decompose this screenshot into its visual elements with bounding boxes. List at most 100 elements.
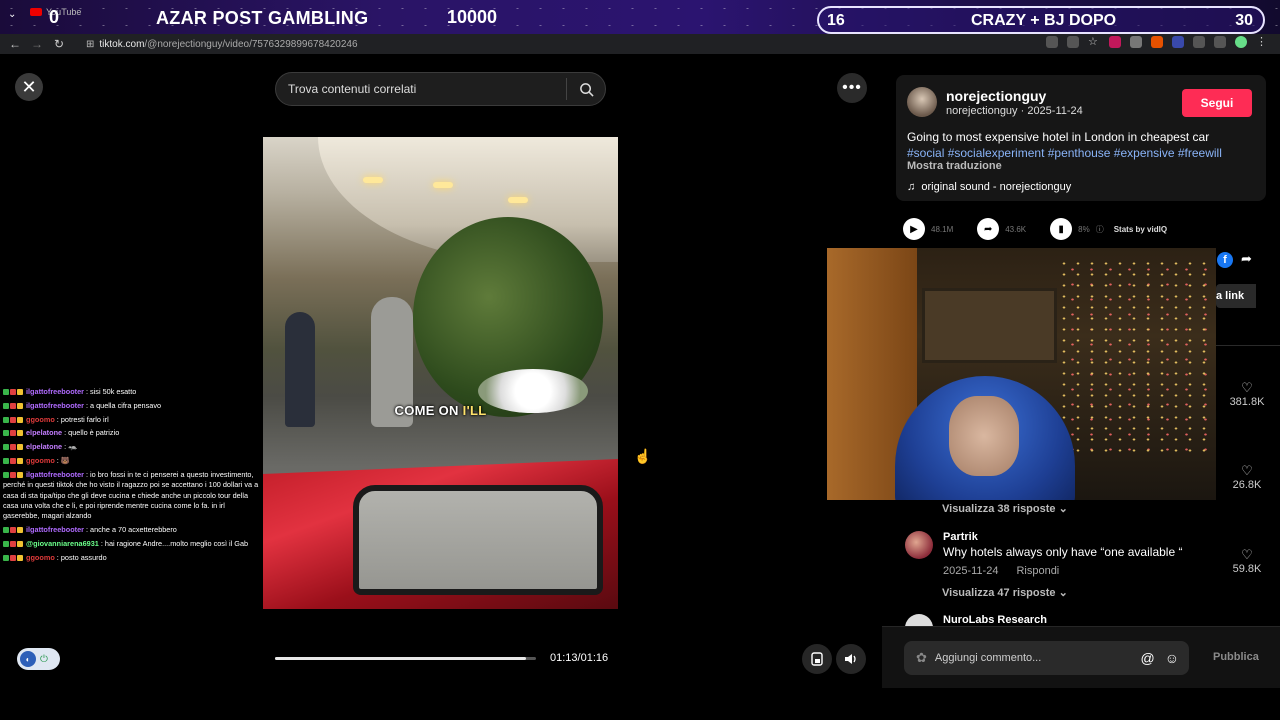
comment-like[interactable]: ♡ 59.8K: [1227, 547, 1267, 575]
more-options-button[interactable]: •••: [837, 73, 867, 103]
chat-badge-icon: [3, 416, 9, 423]
install-icon[interactable]: [1046, 36, 1058, 48]
chevron-down-icon[interactable]: ⌄: [8, 9, 16, 20]
chat-badges: [3, 387, 24, 397]
chat-username[interactable]: ggoomo: [26, 456, 55, 465]
mouse-cursor-icon: ☝: [634, 448, 652, 464]
chevron-down-icon: ⌄: [1058, 587, 1068, 599]
chat-username[interactable]: ilgattofreebooter: [26, 470, 84, 479]
chat-username[interactable]: @giovanniarena6931: [26, 539, 99, 548]
video-caption: COME ON I'LL: [263, 403, 618, 418]
mention-icon[interactable]: @: [1140, 650, 1154, 666]
copy-link-button[interactable]: a link: [1216, 284, 1256, 308]
hashtags[interactable]: #social #socialexperiment #penthouse #ex…: [907, 146, 1222, 160]
extension-icon[interactable]: [1151, 36, 1163, 48]
commenter-name[interactable]: NuroLabs Research: [943, 614, 1047, 626]
chat-app-icon: ◐: [20, 651, 36, 667]
star-icon[interactable]: ☆: [1088, 36, 1100, 48]
commenter-name[interactable]: Partrik: [943, 531, 978, 543]
play-icon[interactable]: ▶: [903, 218, 925, 240]
chevron-down-icon: ⌄: [1058, 503, 1068, 515]
menu-kebab-icon[interactable]: ⋮: [1256, 36, 1268, 48]
chat-badge-icon: [3, 430, 9, 437]
chat-badge-icon: [3, 527, 9, 534]
chat-badges: [3, 401, 24, 411]
forward-icon[interactable]: →: [26, 37, 48, 51]
url-host: tiktok.com: [99, 38, 145, 50]
extension-icon[interactable]: [1109, 36, 1121, 48]
caption-highlight: I'LL: [462, 403, 487, 418]
vidiq-label[interactable]: Stats by vidIQ: [1114, 225, 1167, 234]
chat-username[interactable]: elpelatone: [26, 442, 62, 451]
emoji-icon[interactable]: ☺: [1165, 650, 1179, 666]
video-progress-bar[interactable]: [275, 657, 536, 660]
pip-button[interactable]: [802, 644, 832, 674]
show-translation-link[interactable]: Mostra traduzione: [907, 160, 1002, 172]
facebook-icon[interactable]: f: [1217, 252, 1233, 268]
zoom-icon[interactable]: [1067, 36, 1079, 48]
chat-text: : quello è patrizio: [64, 428, 120, 438]
chat-badge-icon: [17, 458, 23, 465]
chat-badge-icon: [10, 554, 16, 561]
site-info-icon[interactable]: ⊞: [86, 39, 94, 50]
webcam-shelf: [922, 288, 1057, 363]
reload-icon[interactable]: ↻: [48, 37, 70, 51]
back-icon[interactable]: ←: [4, 37, 26, 51]
comment-like[interactable]: ♡ 381.8K: [1227, 380, 1267, 408]
comment-text: Why hotels always only have “one availab…: [943, 545, 1183, 559]
extension-icon[interactable]: [1172, 36, 1184, 48]
url-field[interactable]: ⊞ tiktok.com/@norejectionguy/video/75763…: [86, 36, 906, 52]
chat-message: ilgattofreebooter: a quella cifra pensav…: [0, 401, 262, 411]
banner-left-count: 0: [49, 7, 60, 27]
chat-username[interactable]: ggoomo: [26, 415, 55, 424]
chat-username[interactable]: ilgattofreebooter: [26, 525, 84, 534]
comment-like[interactable]: ♡ 26.8K: [1227, 463, 1267, 491]
commenter-avatar[interactable]: [905, 531, 933, 559]
search-input[interactable]: Trova contenuti correlati: [276, 82, 566, 96]
chat-message: ggoomo: potresti farlo irl: [0, 415, 262, 425]
chat-username[interactable]: ilgattofreebooter: [26, 401, 84, 410]
view-replies[interactable]: Visualizza 47 risposte ⌄: [942, 586, 1068, 599]
related-search[interactable]: Trova contenuti correlati: [275, 72, 606, 106]
extension-icon[interactable]: [1130, 36, 1142, 48]
forward-share-icon[interactable]: ➦: [1241, 251, 1252, 267]
close-button[interactable]: ✕: [15, 73, 43, 101]
author-username[interactable]: norejectionguy: [946, 88, 1046, 104]
puzzle-icon[interactable]: [1193, 36, 1205, 48]
video-time: 01:13/01:16: [550, 652, 609, 664]
chat-username[interactable]: elpelatone: [26, 428, 62, 437]
info-icon[interactable]: ⓘ: [1096, 224, 1104, 235]
chat-badge-icon: [3, 458, 9, 465]
percent-stat: 8%: [1078, 224, 1090, 234]
shares-count: 43.6K: [1005, 224, 1027, 234]
chat-username[interactable]: ilgattofreebooter: [26, 387, 84, 396]
webcam-streamer-face: [949, 396, 1019, 476]
playlist-icon[interactable]: [1214, 36, 1226, 48]
sound-link[interactable]: ♫ original sound - norejectionguy: [907, 181, 1071, 193]
view-replies[interactable]: Visualizza 38 risposte ⌄: [942, 502, 1068, 515]
publish-button[interactable]: Pubblica: [1213, 651, 1259, 663]
bar-chart-icon[interactable]: ▮: [1050, 218, 1073, 240]
volume-button[interactable]: [836, 644, 866, 674]
chat-badge-icon: [17, 541, 23, 548]
chat-badge-icon: [17, 416, 23, 423]
video-lamp: [433, 182, 453, 188]
close-icon: ✕: [21, 76, 37, 97]
video-player[interactable]: COME ON I'LL: [263, 137, 618, 609]
reply-link[interactable]: Rispondi: [1016, 565, 1059, 577]
chat-text: : a quella cifra pensavo: [85, 400, 162, 410]
author-meta: norejectionguy · 2025-11-24: [946, 105, 1083, 117]
post-card: norejectionguy norejectionguy · 2025-11-…: [896, 75, 1266, 201]
chat-toggle[interactable]: ◐ ⏻: [17, 648, 60, 670]
chat-badge-icon: [10, 527, 16, 534]
profile-avatar[interactable]: [1235, 36, 1247, 48]
chat-badge-icon: [3, 541, 9, 548]
chat-badges: [3, 456, 24, 466]
share-icon[interactable]: ➦: [977, 218, 1000, 240]
chat-username[interactable]: ggoomo: [26, 553, 55, 562]
comment-input[interactable]: ✿ Aggiungi commento... @ ☺: [904, 641, 1189, 675]
author-avatar[interactable]: [907, 87, 937, 117]
search-icon[interactable]: [567, 72, 605, 106]
follow-button[interactable]: Segui: [1182, 89, 1252, 117]
gif-icon[interactable]: ✿: [916, 650, 927, 666]
